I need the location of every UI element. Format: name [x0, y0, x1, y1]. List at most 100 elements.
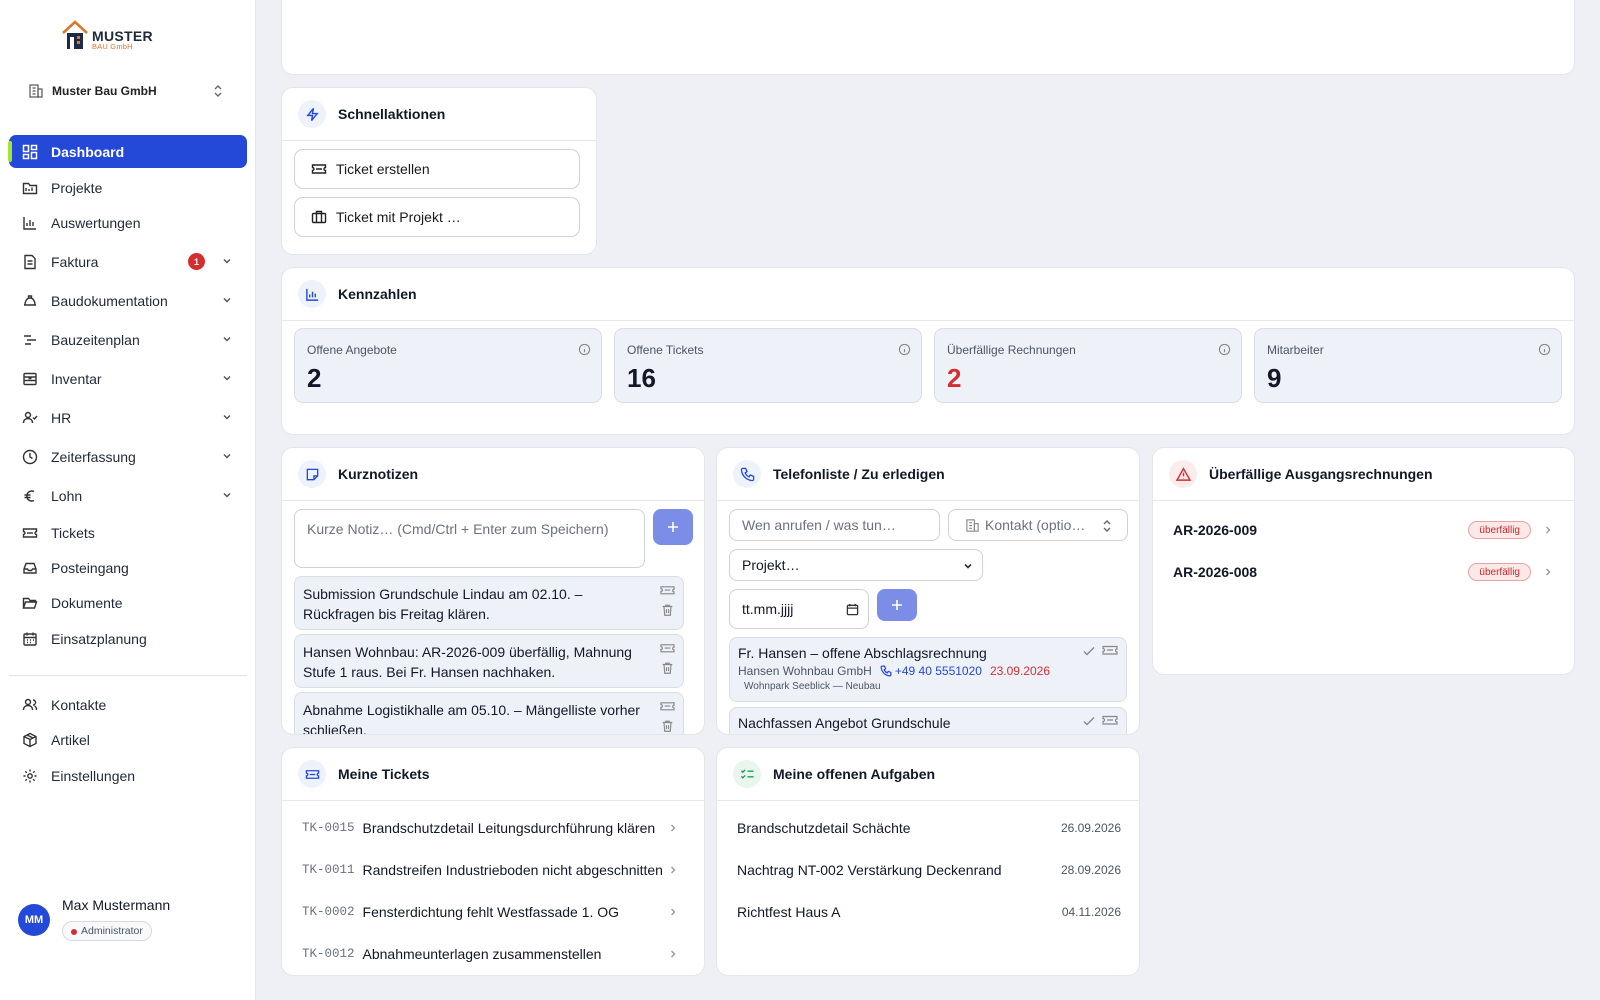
kpi-open-tickets[interactable]: Offene Tickets 16 — [614, 328, 922, 403]
kpi-employees[interactable]: Mitarbeiter 9 — [1254, 328, 1562, 403]
nav-zeiterfassung[interactable]: Zeiterfassung — [9, 440, 247, 473]
info-icon[interactable] — [1218, 343, 1231, 356]
ticket-title: Randstreifen Industrieboden nicht abgesc… — [362, 862, 663, 878]
ticket-icon[interactable] — [660, 642, 675, 656]
invoice-row[interactable]: AR-2026-009 überfällig — [1173, 517, 1553, 543]
note-item[interactable]: Submission Grundschule Lindau am 02.10. … — [294, 576, 684, 630]
user-profile[interactable]: MM Max Mustermann Administrator — [18, 897, 248, 947]
logo-subtitle: BAU GmbH — [92, 41, 133, 51]
nav-tickets[interactable]: Tickets — [9, 516, 247, 549]
trash-icon[interactable] — [660, 719, 675, 733]
nav-faktura[interactable]: Faktura 1 — [9, 245, 247, 278]
call-item[interactable]: Nachfassen Angebot Grundschule — [729, 707, 1127, 734]
nav-label: Dokumente — [51, 594, 123, 611]
info-icon[interactable] — [898, 343, 911, 356]
add-note-button[interactable] — [653, 509, 693, 545]
nav-label: Tickets — [51, 524, 95, 541]
invoice-icon — [21, 253, 38, 270]
ticket-icon[interactable] — [660, 700, 675, 714]
company-switcher[interactable]: Muster Bau GmbH — [18, 78, 238, 104]
trash-icon[interactable] — [660, 603, 675, 617]
nav-label: Einstellungen — [51, 767, 136, 784]
project-select[interactable]: Projekt… — [729, 549, 983, 581]
nav-posteingang[interactable]: Posteingang — [9, 551, 247, 584]
info-icon[interactable] — [578, 343, 591, 356]
nav-label: Lohn — [51, 487, 83, 504]
nav-einsatzplanung[interactable]: Einsatzplanung — [9, 622, 247, 655]
info-icon[interactable] — [1538, 343, 1551, 356]
nav-label: Artikel — [51, 731, 90, 748]
card-title: Telefonliste / Zu erledigen — [773, 466, 945, 482]
ticket-icon[interactable] — [1102, 714, 1118, 728]
calendar-icon — [21, 630, 38, 647]
invoice-row[interactable]: AR-2026-008 überfällig — [1173, 559, 1553, 585]
ticket-id: TK-0012 — [302, 947, 355, 961]
package-icon — [21, 731, 38, 748]
ticket-id: TK-0015 — [302, 821, 355, 835]
note-item[interactable]: Hansen Wohnbau: AR-2026-009 überfällig, … — [294, 634, 684, 688]
date-input[interactable]: tt.mm.jjjj — [729, 589, 869, 629]
company-logo[interactable]: MUSTER BAU GmbH — [62, 20, 153, 50]
nav-hr[interactable]: HR — [9, 401, 247, 434]
timeline-icon — [21, 331, 38, 348]
nav-projekte[interactable]: Projekte — [9, 171, 247, 204]
nav-kontakte[interactable]: Kontakte — [9, 688, 247, 721]
ticket-row[interactable]: TK-0011 Randstreifen Industrieboden nich… — [302, 859, 678, 881]
nav-lohn[interactable]: Lohn — [9, 479, 247, 512]
trash-icon[interactable] — [660, 661, 675, 675]
kpi-label: Offene Tickets — [627, 343, 704, 357]
users-icon — [21, 409, 38, 426]
task-row[interactable]: Richtfest Haus A 04.11.2026 — [737, 901, 1121, 923]
nav-artikel[interactable]: Artikel — [9, 723, 247, 756]
nav-dashboard[interactable]: Dashboard — [8, 135, 247, 168]
ticket-title: Fensterdichtung fehlt Westfassade 1. OG — [362, 904, 620, 920]
nav-label: Inventar — [51, 370, 102, 387]
ticket-icon[interactable] — [1102, 644, 1118, 658]
call-task-input[interactable]: Wen anrufen / was tun… — [729, 509, 940, 541]
note-item[interactable]: Abnahme Logistikhalle am 05.10. – Mängel… — [294, 692, 684, 734]
ticket-row[interactable]: TK-0012 Abnahmeunterlagen zusammenstelle… — [302, 943, 678, 965]
note-input[interactable]: Kurze Notiz… (Cmd/Ctrl + Enter zum Speic… — [294, 509, 645, 568]
nav-label: Zeiterfassung — [51, 448, 136, 465]
ticket-title: Abnahmeunterlagen zusammenstellen — [362, 946, 602, 962]
notes-card: Kurznotizen Kurze Notiz… (Cmd/Ctrl + Ent… — [281, 447, 705, 735]
calendar-icon[interactable] — [846, 603, 859, 616]
nav-dokumente[interactable]: Dokumente — [9, 586, 247, 619]
button-label: Ticket erstellen — [336, 161, 430, 177]
add-call-button[interactable] — [877, 589, 917, 621]
ticket-row[interactable]: TK-0015 Brandschutzdetail Leitungsdurchf… — [302, 817, 678, 839]
contacts-icon — [21, 696, 38, 713]
task-row[interactable]: Nachtrag NT-002 Verstärkung Deckenrand 2… — [737, 859, 1121, 881]
kpi-overdue-invoices[interactable]: Überfällige Rechnungen 2 — [934, 328, 1242, 403]
chevron-updown-icon — [1101, 518, 1113, 534]
chevron-right-icon — [1543, 525, 1553, 535]
task-title: Brandschutzdetail Schächte — [737, 820, 911, 836]
chevron-right-icon — [668, 907, 678, 917]
call-phone-link[interactable]: +49 40 5551020 — [880, 664, 982, 678]
chevron-updown-icon — [212, 83, 224, 99]
nav-baudokumentation[interactable]: Baudokumentation — [9, 284, 247, 317]
create-ticket-button[interactable]: Ticket erstellen — [294, 149, 580, 189]
nav-bauzeitenplan[interactable]: Bauzeitenplan — [9, 323, 247, 356]
ticket-icon[interactable] — [660, 584, 675, 598]
check-icon[interactable] — [1082, 644, 1096, 658]
overdue-invoices-card: Überfällige Ausgangsrechnungen AR-2026-0… — [1152, 447, 1575, 675]
contact-select[interactable]: Kontakt (optio… — [948, 509, 1128, 541]
nav-inventar[interactable]: Inventar — [9, 362, 247, 395]
warning-icon — [1169, 460, 1197, 488]
ticket-with-project-button[interactable]: Ticket mit Projekt … — [294, 197, 580, 237]
kpi-open-offers[interactable]: Offene Angebote 2 — [294, 328, 602, 403]
nav-auswertungen[interactable]: Auswertungen — [9, 206, 247, 239]
nav-einstellungen[interactable]: Einstellungen — [9, 759, 247, 792]
check-icon[interactable] — [1082, 714, 1096, 728]
kpi-value: 16 — [627, 363, 656, 393]
invoice-number: AR-2026-009 — [1173, 522, 1258, 538]
call-item[interactable]: Fr. Hansen – offene Abschlagsrechnung Ha… — [729, 637, 1127, 702]
kpi-label: Überfällige Rechnungen — [947, 343, 1076, 357]
nav-label: Einsatzplanung — [51, 630, 147, 647]
task-row[interactable]: Brandschutzdetail Schächte 26.09.2026 — [737, 817, 1121, 839]
ticket-row[interactable]: TK-0002 Fensterdichtung fehlt Westfassad… — [302, 901, 678, 923]
card-title: Überfällige Ausgangsrechnungen — [1209, 466, 1433, 482]
inventory-icon — [21, 370, 38, 387]
task-title: Richtfest Haus A — [737, 904, 841, 920]
